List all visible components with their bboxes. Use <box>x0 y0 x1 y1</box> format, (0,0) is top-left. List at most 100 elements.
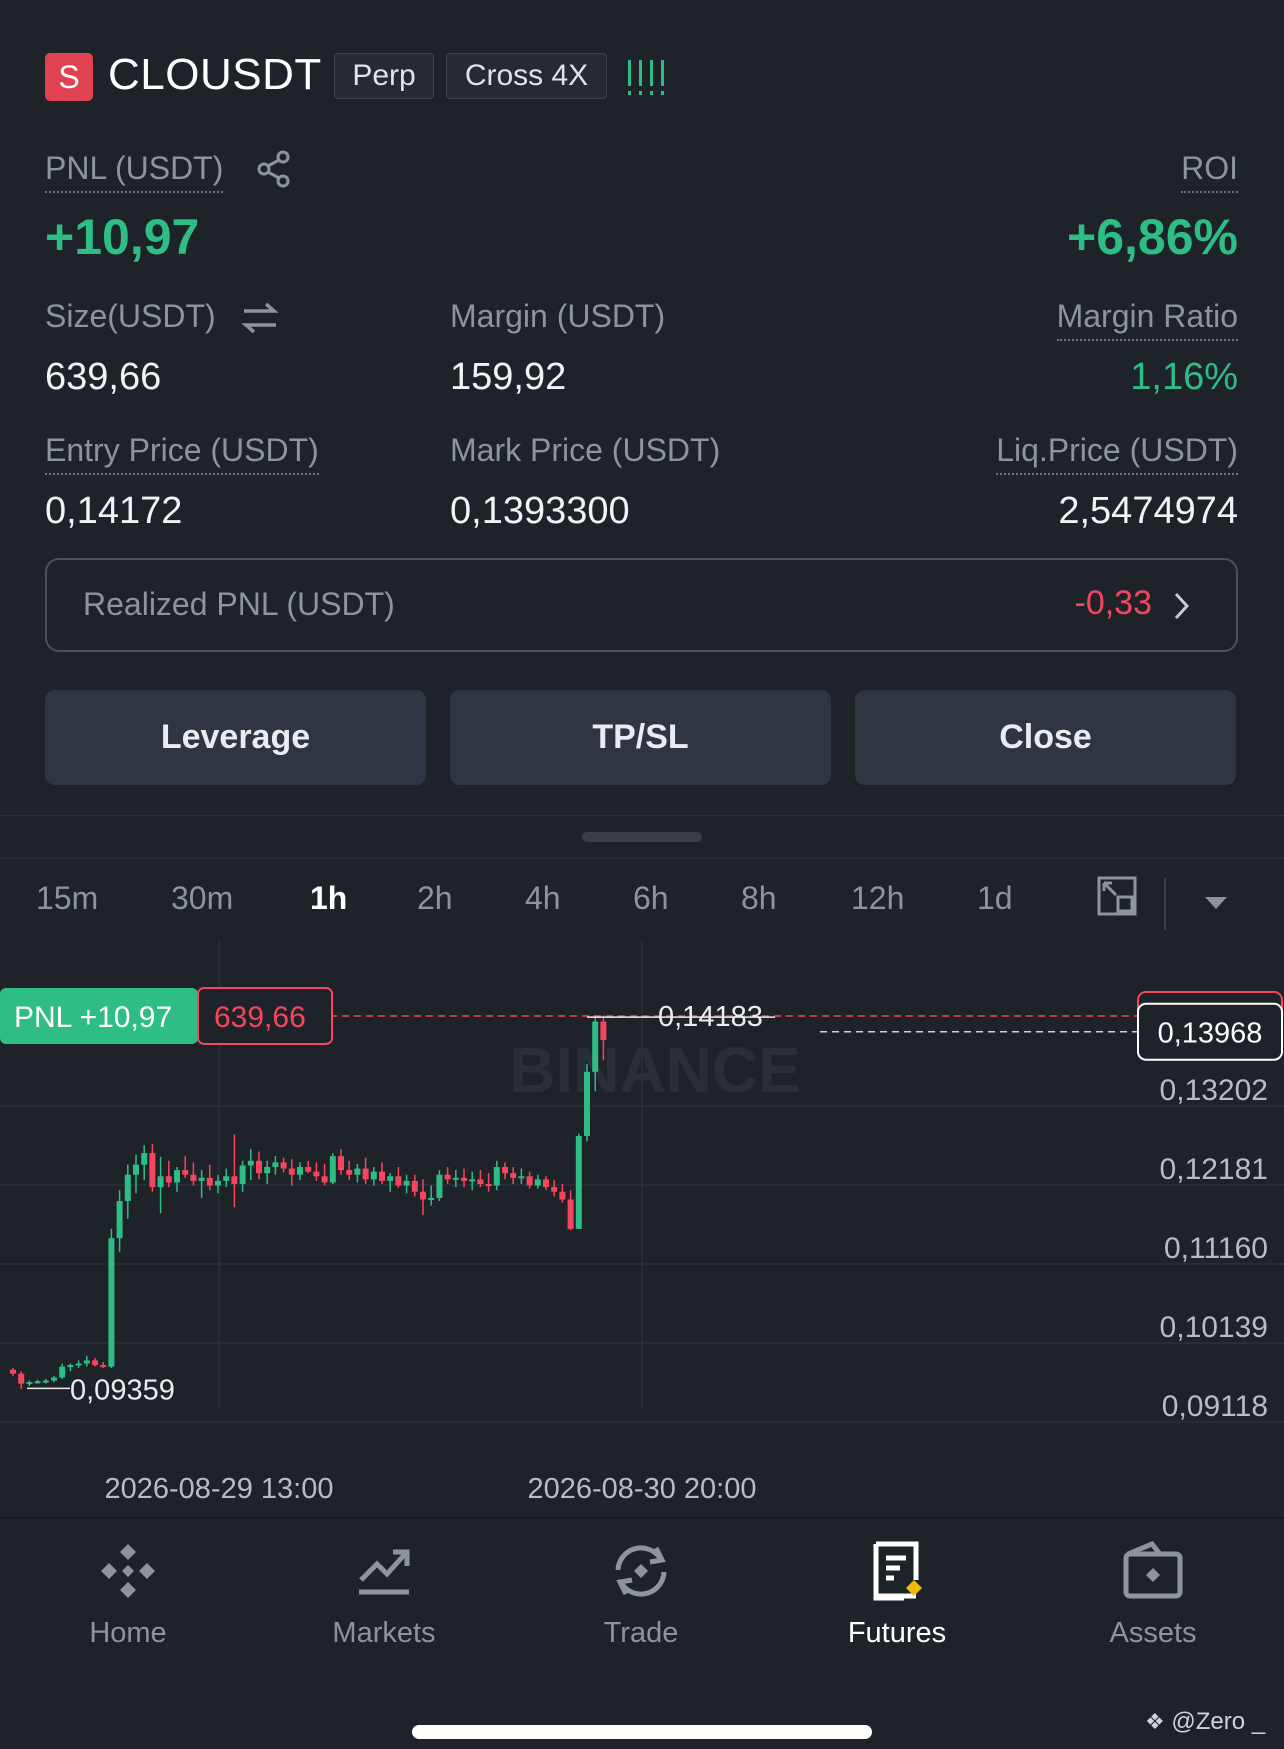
candle-body[interactable] <box>428 1197 435 1200</box>
candle-body[interactable] <box>444 1174 451 1180</box>
candle-body[interactable] <box>395 1176 402 1186</box>
candle-body[interactable] <box>206 1177 213 1186</box>
cross-leverage-tag[interactable]: Cross 4X <box>446 53 607 99</box>
candle-body[interactable] <box>133 1164 139 1175</box>
candle-body[interactable] <box>575 1136 582 1229</box>
candle-body[interactable] <box>370 1171 377 1180</box>
candle-body[interactable] <box>141 1153 148 1165</box>
dropdown-arrow-icon[interactable] <box>1204 895 1228 911</box>
candle-body[interactable] <box>329 1156 336 1183</box>
liq-price-label[interactable]: Liq.Price (USDT) <box>996 432 1238 475</box>
candle-body[interactable] <box>223 1176 230 1181</box>
candle-body[interactable] <box>420 1191 426 1200</box>
timeframe-tab-2h[interactable]: 2h <box>417 880 453 917</box>
entry-price-label[interactable]: Entry Price (USDT) <box>45 432 319 475</box>
timeframe-tab-4h[interactable]: 4h <box>525 880 561 917</box>
timeframe-tab-1h[interactable]: 1h <box>310 880 347 917</box>
candle-body[interactable] <box>100 1365 107 1368</box>
candle-body[interactable] <box>256 1160 262 1174</box>
share-icon[interactable] <box>256 150 292 188</box>
candlestick-chart[interactable]: 0,13202 0,12181 0,11160 0,10139 0,09118 2026-… <box>0 940 1284 1520</box>
roi-label[interactable]: ROI <box>1181 150 1238 193</box>
candle-body[interactable] <box>477 1179 484 1185</box>
candle-body[interactable] <box>297 1166 303 1175</box>
candle-body[interactable] <box>534 1179 541 1186</box>
candle-body[interactable] <box>182 1170 189 1175</box>
timeframe-tab-1d[interactable]: 1d <box>977 880 1013 917</box>
candle-body[interactable] <box>485 1184 492 1187</box>
timeframe-tab-8h[interactable]: 8h <box>741 880 777 917</box>
candle-body[interactable] <box>403 1180 410 1186</box>
candle-body[interactable] <box>215 1180 221 1186</box>
timeframe-tab-30m[interactable]: 30m <box>171 880 233 917</box>
timeframe-tab-15m[interactable]: 15m <box>36 880 98 917</box>
candle-body[interactable] <box>354 1168 361 1175</box>
candle-body[interactable] <box>493 1166 500 1186</box>
pnl-label[interactable]: PNL (USDT) <box>45 150 224 193</box>
candle-body[interactable] <box>264 1166 271 1174</box>
candle-body[interactable] <box>231 1176 238 1185</box>
candle-body[interactable] <box>346 1170 353 1175</box>
candle-body[interactable] <box>67 1365 74 1368</box>
candle-body[interactable] <box>461 1177 467 1181</box>
nav-trade[interactable]: Trade <box>541 1540 741 1650</box>
tpsl-button[interactable]: TP/SL <box>450 690 831 785</box>
nav-futures[interactable]: Futures <box>797 1540 997 1650</box>
candle-body[interactable] <box>526 1176 533 1186</box>
candle-body[interactable] <box>149 1153 156 1188</box>
candle-body[interactable] <box>362 1168 369 1180</box>
candle-body[interactable] <box>75 1363 82 1366</box>
candle-body[interactable] <box>510 1173 517 1178</box>
candle-body[interactable] <box>51 1377 57 1381</box>
candle-body[interactable] <box>92 1360 98 1366</box>
candle-body[interactable] <box>305 1166 312 1172</box>
home-indicator[interactable] <box>412 1725 872 1739</box>
candle-body[interactable] <box>124 1174 131 1202</box>
nav-markets[interactable]: Markets <box>284 1540 484 1650</box>
candle-body[interactable] <box>518 1176 525 1179</box>
candle-body[interactable] <box>567 1199 574 1229</box>
price-chart[interactable]: 0,13202 0,12181 0,11160 0,10139 0,09118 2026-… <box>0 940 1284 1520</box>
nav-home[interactable]: Home <box>28 1540 228 1650</box>
candle-body[interactable] <box>452 1177 459 1180</box>
candle-body[interactable] <box>198 1177 205 1181</box>
candle-body[interactable] <box>26 1382 33 1385</box>
drag-handle[interactable] <box>582 832 702 842</box>
candle-body[interactable] <box>502 1166 508 1174</box>
candle-body[interactable] <box>116 1201 123 1239</box>
candle-body[interactable] <box>157 1176 164 1188</box>
swap-units-icon[interactable] <box>240 300 280 336</box>
leverage-button[interactable]: Leverage <box>45 690 426 785</box>
close-position-button[interactable]: Close <box>855 690 1236 785</box>
candle-body[interactable] <box>436 1174 443 1198</box>
candle-body[interactable] <box>559 1191 566 1200</box>
realized-pnl-row[interactable]: Realized PNL (USDT) -0,33 <box>45 558 1238 652</box>
candle-body[interactable] <box>288 1168 295 1175</box>
candle-body[interactable] <box>280 1162 287 1169</box>
candle-body[interactable] <box>59 1366 66 1378</box>
candle-body[interactable] <box>165 1176 172 1183</box>
timeframe-tab-12h[interactable]: 12h <box>851 880 904 917</box>
candle-body[interactable] <box>313 1171 320 1177</box>
nav-assets[interactable]: Assets <box>1053 1540 1253 1650</box>
candle-body[interactable] <box>247 1160 254 1166</box>
candle-body[interactable] <box>272 1162 279 1167</box>
candle-body[interactable] <box>42 1380 49 1383</box>
candle-body[interactable] <box>411 1180 418 1192</box>
candle-body[interactable] <box>338 1156 344 1171</box>
timeframe-tab-6h[interactable]: 6h <box>633 880 669 917</box>
symbol-title[interactable]: CLOUSDT <box>108 50 322 100</box>
candle-body[interactable] <box>600 1021 607 1041</box>
candle-body[interactable] <box>592 1021 599 1072</box>
candle-body[interactable] <box>469 1179 476 1182</box>
candle-body[interactable] <box>18 1373 25 1384</box>
candle-body[interactable] <box>387 1176 394 1181</box>
candle-body[interactable] <box>10 1369 16 1374</box>
candle-body[interactable] <box>190 1174 197 1181</box>
candle-body[interactable] <box>379 1171 385 1181</box>
risk-bars-icon[interactable] <box>626 58 668 98</box>
candle-body[interactable] <box>584 1071 590 1137</box>
candle-body[interactable] <box>551 1187 558 1192</box>
candle-body[interactable] <box>108 1238 115 1367</box>
chart-expand-icon[interactable] <box>1096 875 1138 917</box>
